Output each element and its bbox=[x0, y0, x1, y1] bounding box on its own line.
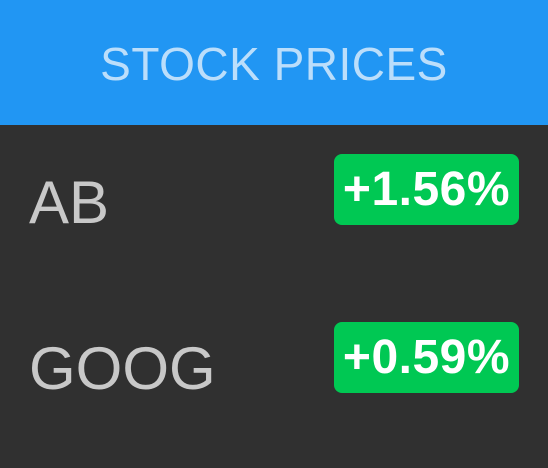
stock-row-goog[interactable]: GOOG +0.59% bbox=[0, 293, 548, 443]
stock-list: AB +1.56% GOOG +0.59% bbox=[0, 125, 548, 468]
stock-prices-widget: STOCK PRICES AB +1.56% GOOG +0.59% bbox=[0, 0, 548, 468]
price-change-value: +0.59% bbox=[342, 330, 511, 384]
price-change-badge: +1.56% bbox=[334, 154, 519, 225]
price-change-badge: +0.59% bbox=[334, 322, 519, 393]
price-change-value: +1.56% bbox=[342, 162, 511, 216]
stock-symbol: AB bbox=[29, 169, 110, 236]
page-title: STOCK PRICES bbox=[100, 37, 448, 90]
header: STOCK PRICES bbox=[0, 0, 548, 125]
stock-symbol: GOOG bbox=[29, 335, 216, 402]
stock-row-ab[interactable]: AB +1.56% bbox=[0, 125, 548, 275]
